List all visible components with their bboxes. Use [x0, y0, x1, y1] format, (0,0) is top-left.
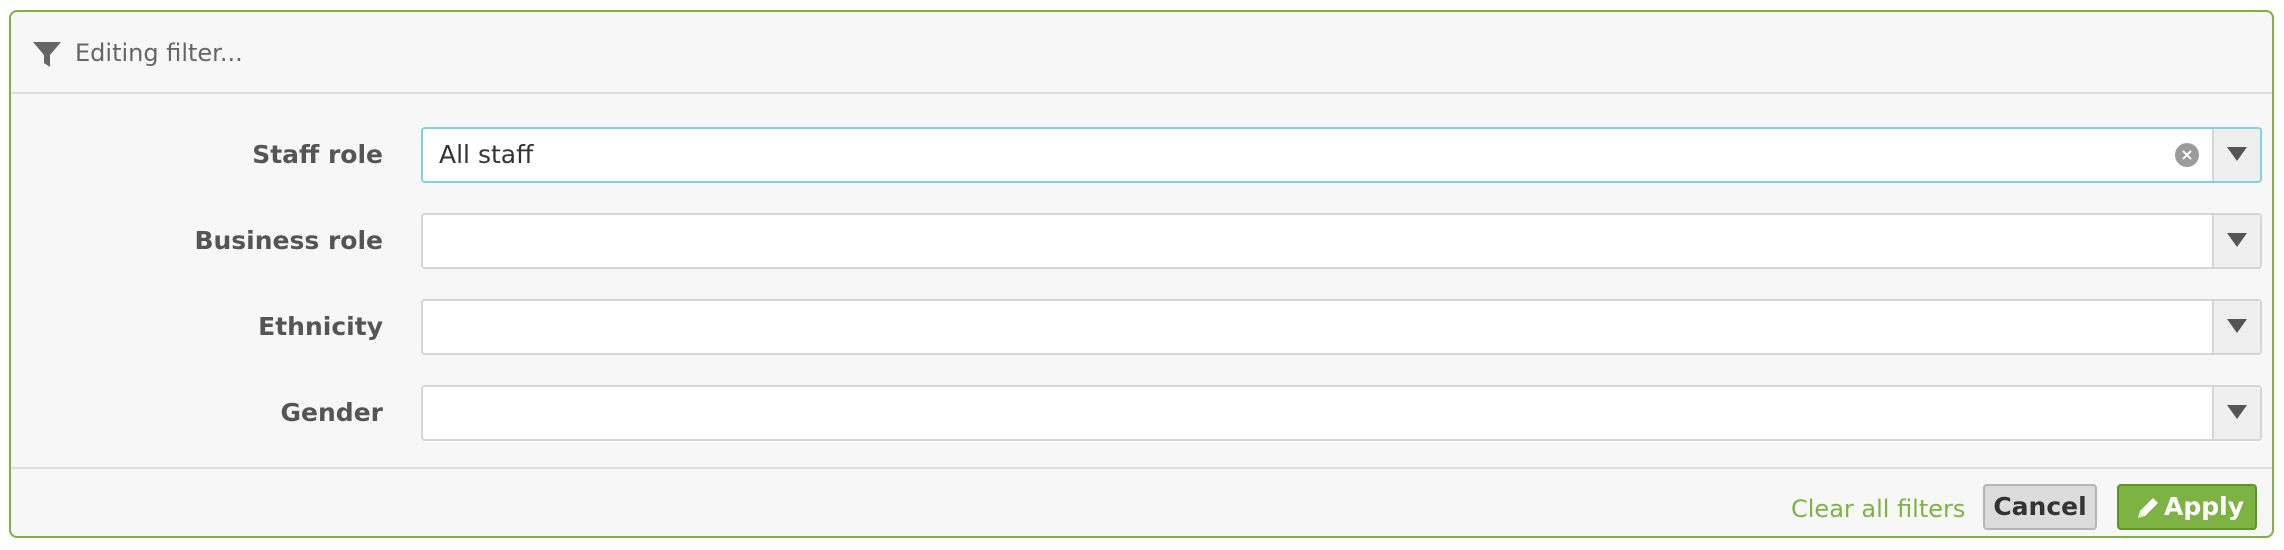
business-role-dropdown-toggle[interactable] — [2212, 215, 2260, 267]
chevron-down-icon — [2227, 147, 2247, 161]
field-row-staff-role: Staff role All staff × — [11, 127, 2272, 183]
staff-role-value: All staff — [439, 140, 534, 169]
chevron-down-icon — [2227, 405, 2247, 419]
business-role-select[interactable] — [421, 213, 2262, 269]
pencil-icon — [2138, 498, 2158, 518]
clear-all-filters-link[interactable]: Clear all filters — [1791, 489, 1965, 529]
gender-select[interactable] — [421, 385, 2262, 441]
field-row-gender: Gender — [11, 385, 2272, 441]
panel-footer: Clear all filters Cancel Apply — [11, 467, 2272, 536]
field-row-ethnicity: Ethnicity — [11, 299, 2272, 355]
staff-role-select[interactable]: All staff × — [421, 127, 2262, 183]
ethnicity-select[interactable] — [421, 299, 2262, 355]
filter-icon — [33, 42, 61, 67]
ethnicity-dropdown-toggle[interactable] — [2212, 301, 2260, 353]
clear-selection-icon[interactable]: × — [2175, 143, 2199, 167]
filter-panel: Editing filter... Staff role All staff ×… — [9, 10, 2274, 538]
chevron-down-icon — [2227, 319, 2247, 333]
panel-header: Editing filter... — [11, 12, 2272, 94]
gender-dropdown-toggle[interactable] — [2212, 387, 2260, 439]
chevron-down-icon — [2227, 233, 2247, 247]
cancel-button[interactable]: Cancel — [1983, 484, 2097, 530]
panel-title: Editing filter... — [75, 39, 243, 67]
field-label-gender: Gender — [280, 398, 383, 427]
field-label-ethnicity: Ethnicity — [258, 312, 383, 341]
staff-role-dropdown-toggle[interactable] — [2212, 129, 2260, 181]
field-label-staff-role: Staff role — [252, 140, 383, 169]
field-row-business-role: Business role — [11, 213, 2272, 269]
field-label-business-role: Business role — [194, 226, 383, 255]
apply-button-label: Apply — [2163, 492, 2244, 521]
apply-button[interactable]: Apply — [2117, 484, 2257, 530]
